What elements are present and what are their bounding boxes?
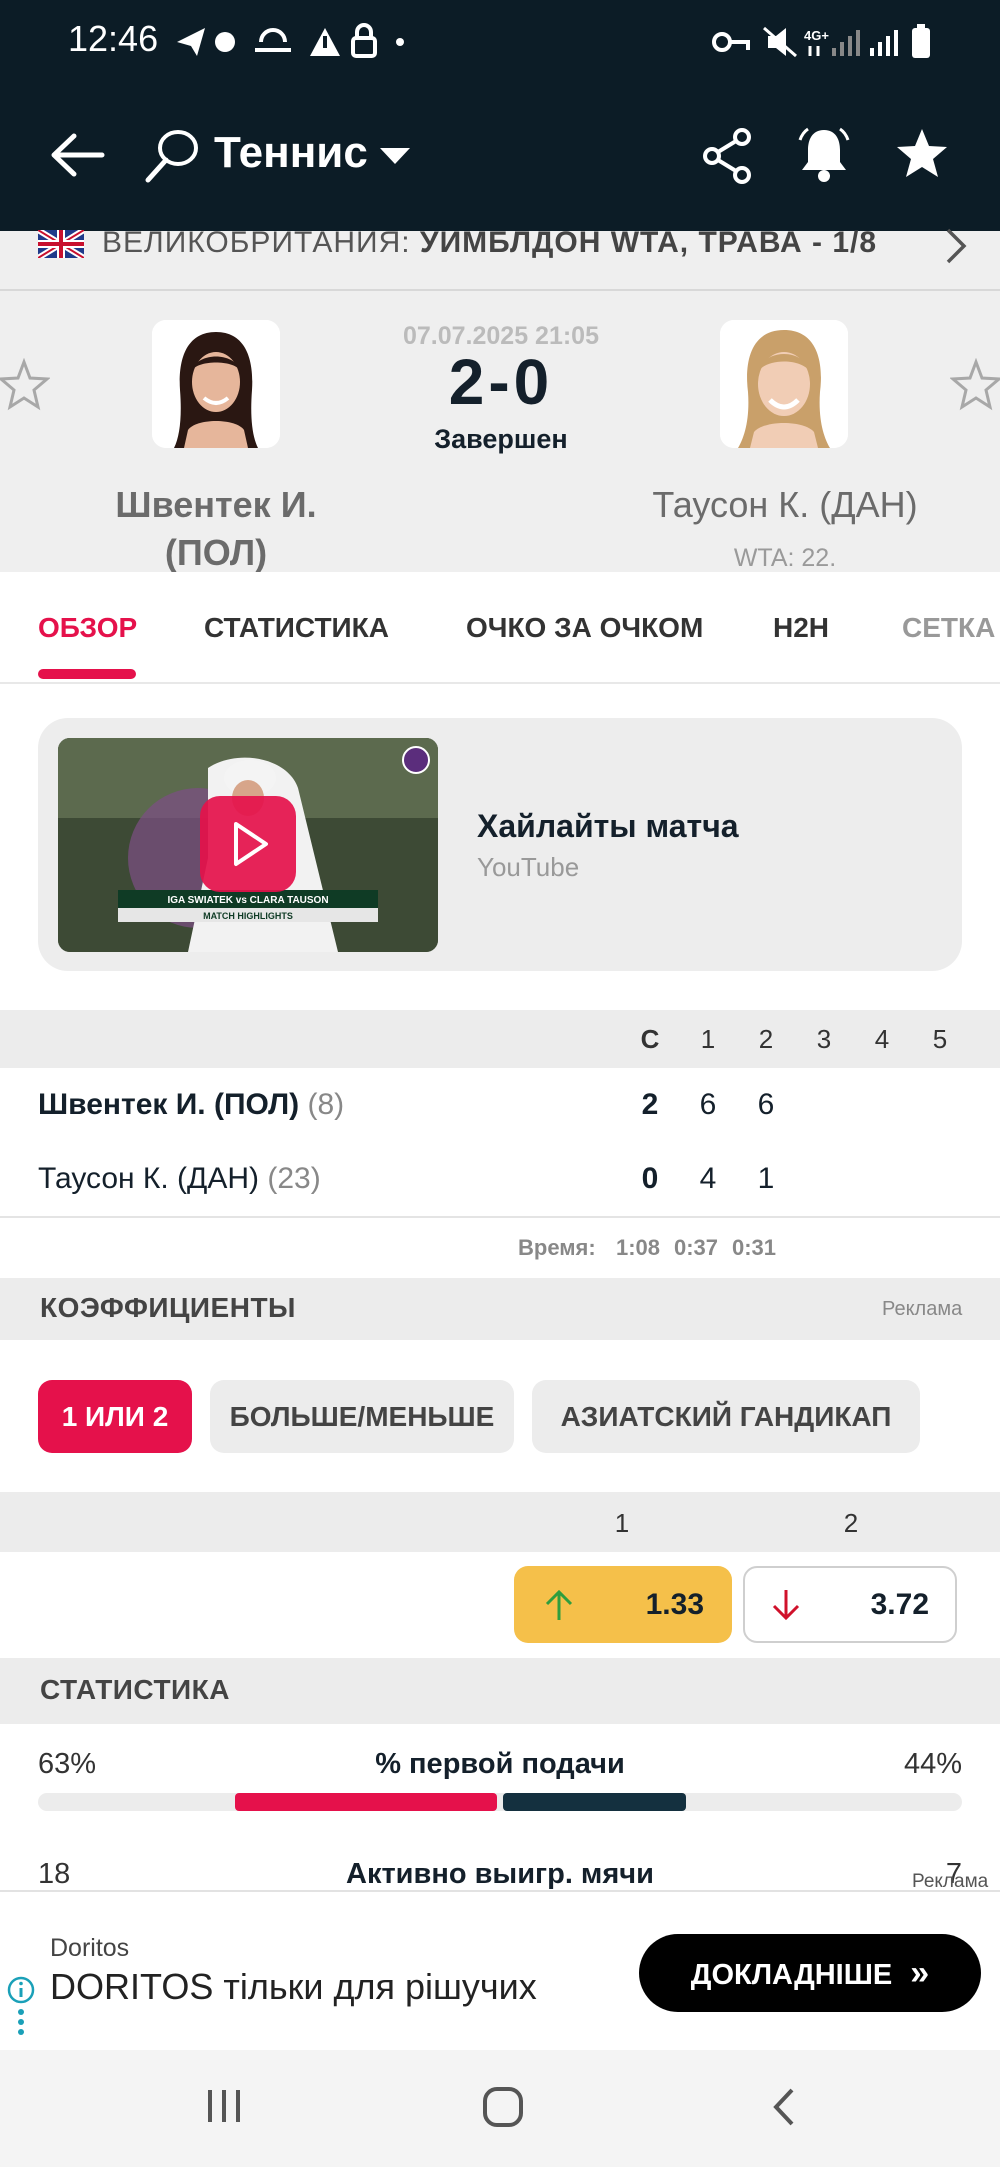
ad-text[interactable]: DORITOS тільки для рішучих bbox=[50, 1966, 537, 2008]
home-player-name-line1: Швентек И. bbox=[115, 484, 317, 525]
tab-overview[interactable]: ОБЗОР bbox=[38, 612, 137, 644]
scoreboard-header bbox=[0, 1010, 1000, 1068]
scoreboard-col-3: 3 bbox=[816, 1024, 832, 1054]
stat-first-serve-away: 44% bbox=[903, 1748, 962, 1780]
scoreboard-row-home[interactable]: Швентек И. (ПОЛ) (8) bbox=[38, 1088, 344, 1122]
recent-apps-icon[interactable] bbox=[204, 2086, 244, 2126]
home-set2: 6 bbox=[757, 1088, 775, 1121]
duration-set2: 0:31 bbox=[732, 1235, 777, 1260]
tab-statistics[interactable]: СТАТИСТИКА bbox=[204, 612, 389, 644]
away-favorite-star-icon[interactable] bbox=[950, 358, 1000, 412]
odds-away-value: 3.72 bbox=[870, 1588, 929, 1621]
back-arrow-icon[interactable] bbox=[48, 130, 108, 180]
odds-away-button[interactable]: 3.72 bbox=[743, 1566, 957, 1643]
back-nav-icon[interactable] bbox=[768, 2086, 800, 2128]
tab-point-by-point[interactable]: ОЧКО ЗА ОЧКОМ bbox=[466, 612, 703, 644]
tournament-country: ВЕЛИКОБРИТАНИЯ: bbox=[102, 226, 411, 259]
scoreboard-home-name: Швентек И. (ПОЛ) bbox=[38, 1088, 300, 1121]
thumb-caption-sub: MATCH HIGHLIGHTS bbox=[203, 911, 293, 921]
stats-section-title: СТАТИСТИКА bbox=[40, 1674, 230, 1705]
home-player-avatar[interactable] bbox=[152, 320, 280, 448]
scoreboard-row-away[interactable]: Таусон К. (ДАН) (23) bbox=[38, 1162, 321, 1196]
status-notification-icons bbox=[175, 22, 415, 62]
scoreboard-away-name: Таусон К. (ДАН) bbox=[38, 1162, 260, 1195]
chevron-right-icon[interactable] bbox=[944, 226, 968, 266]
home-set1: 6 bbox=[699, 1088, 717, 1121]
stat-first-serve-label: % первой подачи bbox=[375, 1748, 625, 1780]
tab-h2h[interactable]: H2H bbox=[773, 612, 829, 644]
tournament-label: ВЕЛИКОБРИТАНИЯ: УИМБЛДОН WTA, ТРАВА - 1/… bbox=[102, 226, 877, 260]
scoreboard-home-seed: (8) bbox=[307, 1088, 345, 1121]
scoreboard-col-5: 5 bbox=[932, 1024, 948, 1054]
market-tab-asian-handicap[interactable]: АЗИАТСКИЙ ГАНДИКАП bbox=[532, 1380, 920, 1453]
match-score: 2-0 bbox=[448, 346, 554, 418]
duration-total: 1:08 bbox=[616, 1235, 661, 1260]
highlights-source: YouTube bbox=[477, 852, 580, 882]
stat-first-serve-bar bbox=[38, 1793, 962, 1811]
divider bbox=[0, 1216, 1000, 1218]
odds-section-title: КОЭФФИЦИЕНТЫ bbox=[40, 1292, 296, 1323]
away-player-name[interactable]: Таусон К. (ДАН) bbox=[620, 484, 950, 526]
ad-cta-label: ДОКЛАДНІШЕ bbox=[690, 1959, 893, 1991]
tournament-name: УИМБЛДОН WTA, ТРАВА - 1/8 bbox=[419, 226, 878, 259]
match-status: Завершен bbox=[434, 424, 568, 454]
ad-cta-button[interactable]: ДОКЛАДНІШЕ » bbox=[639, 1934, 981, 2012]
odds-home-button[interactable]: 1.33 bbox=[514, 1566, 732, 1643]
bell-icon[interactable] bbox=[796, 124, 852, 184]
tab-draw[interactable]: СЕТКА bbox=[902, 612, 1000, 644]
home-favorite-star-icon[interactable] bbox=[0, 358, 50, 412]
away-player-rank: WTA: 22. bbox=[733, 544, 837, 572]
home-player-name[interactable]: Швентек И. (ПОЛ) bbox=[66, 484, 366, 574]
ad-brand: Doritos bbox=[50, 1934, 130, 1962]
away-set2: 1 bbox=[757, 1162, 775, 1195]
scoreboard-col-4: 4 bbox=[874, 1024, 890, 1054]
ad-info-icon[interactable] bbox=[6, 1974, 36, 2038]
away-set1: 4 bbox=[699, 1162, 717, 1195]
status-system-icons: 4G+ bbox=[710, 22, 950, 62]
scoreboard-col-1: 1 bbox=[700, 1024, 716, 1054]
uk-flag-icon bbox=[38, 230, 84, 258]
thumb-caption-names: IGA SWIATEK vs CLARA TAUSON bbox=[167, 895, 328, 906]
ad-label: Реклама bbox=[912, 1871, 989, 1892]
stat-partial-label: Активно выигр. мячи bbox=[346, 1858, 654, 1890]
status-time: 12:46 bbox=[68, 18, 159, 59]
duration-label: Время: bbox=[518, 1235, 596, 1260]
scoreboard-col-2: 2 bbox=[758, 1024, 774, 1054]
away-sets: 0 bbox=[641, 1162, 659, 1195]
odds-ad-label: Реклама bbox=[882, 1298, 963, 1320]
double-chevron-right-icon: » bbox=[910, 1954, 930, 1992]
stat-first-serve-away-bar bbox=[503, 1793, 686, 1811]
stats-partial-row: 18 Активно выигр. мячи 7 bbox=[0, 1848, 1000, 1890]
scoreboard-away-seed: (23) bbox=[267, 1162, 321, 1195]
scoreboard-col-sets: С bbox=[640, 1024, 660, 1054]
share-icon[interactable] bbox=[702, 128, 752, 184]
active-tab-indicator bbox=[38, 669, 136, 679]
home-icon[interactable] bbox=[482, 2086, 524, 2128]
sport-title[interactable]: Теннис bbox=[214, 128, 368, 178]
highlights-title[interactable]: Хайлайты матча bbox=[477, 808, 739, 845]
home-player-country: (ПОЛ) bbox=[164, 532, 268, 573]
market-tab-over-under[interactable]: БОЛЬШЕ/МЕНЬШЕ bbox=[210, 1380, 514, 1453]
stat-first-serve-home: 63% bbox=[38, 1748, 97, 1780]
home-sets: 2 bbox=[641, 1088, 659, 1121]
odds-home-value: 1.33 bbox=[645, 1588, 704, 1621]
odds-col-1: 1 bbox=[614, 1508, 630, 1538]
svg-text:4G+: 4G+ bbox=[804, 28, 829, 43]
stat-partial-home: 18 bbox=[38, 1858, 71, 1890]
away-player-avatar[interactable] bbox=[720, 320, 848, 448]
duration-set1: 0:37 bbox=[674, 1235, 719, 1260]
market-tab-1x2[interactable]: 1 ИЛИ 2 bbox=[38, 1380, 192, 1453]
odds-col-2: 2 bbox=[843, 1508, 859, 1538]
play-icon[interactable] bbox=[200, 796, 296, 892]
favorite-star-icon[interactable] bbox=[894, 126, 950, 182]
tennis-racket-icon bbox=[142, 126, 202, 186]
chevron-down-icon[interactable] bbox=[378, 146, 412, 166]
stat-first-serve-home-bar bbox=[235, 1793, 497, 1811]
arrow-up-icon bbox=[545, 1589, 573, 1620]
arrow-down-icon bbox=[772, 1590, 800, 1621]
